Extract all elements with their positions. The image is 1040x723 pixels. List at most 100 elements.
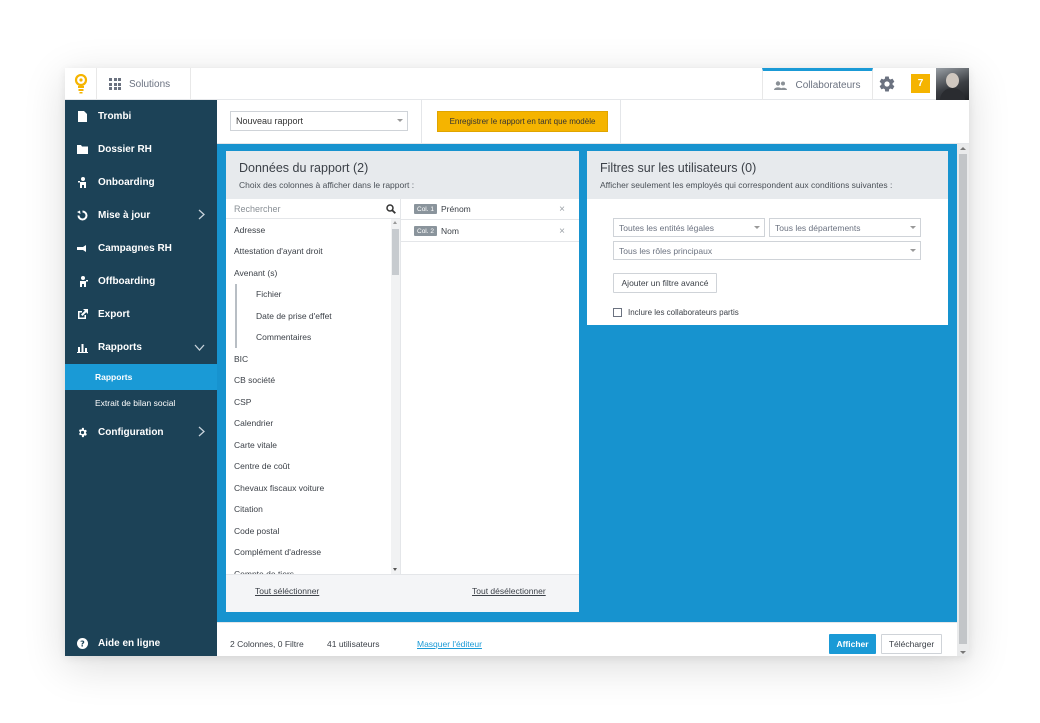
remove-icon[interactable]: ×	[559, 226, 565, 237]
list-item[interactable]: Chevaux fiscaux voiture	[226, 477, 391, 499]
remove-icon[interactable]: ×	[559, 204, 565, 215]
sidebar-item-configuration[interactable]: Configuration	[65, 416, 217, 449]
report-editor-area: Données du rapport (2) Choix des colonne…	[217, 144, 957, 622]
checkbox-label: Inclure les collaborateurs partis	[628, 308, 739, 317]
save-as-template-button[interactable]: Enregistrer le rapport en tant que modèl…	[437, 111, 608, 132]
notification-badge[interactable]: 7	[911, 74, 930, 93]
sidebar-subitem-bilan-social[interactable]: Extrait de bilan social	[65, 390, 217, 416]
legal-entities-select[interactable]: Toutes les entités légales	[613, 218, 765, 237]
document-icon	[77, 111, 88, 122]
export-icon	[77, 309, 88, 320]
folder-icon	[77, 144, 88, 155]
person-leave-icon	[77, 276, 88, 287]
report-data-panel: Données du rapport (2) Choix des colonne…	[226, 151, 579, 612]
top-bar: Solutions Collaborateurs 7	[65, 68, 969, 100]
search-icon	[386, 204, 396, 214]
list-subitem[interactable]: Commentaires	[235, 326, 391, 348]
app-logo[interactable]	[65, 68, 97, 100]
list-item[interactable]: Centre de coût	[226, 456, 391, 478]
list-item[interactable]: Avenant (s)	[226, 262, 391, 284]
include-departed-checkbox[interactable]: Inclure les collaborateurs partis	[613, 308, 739, 317]
column-index-tag: Col. 2	[414, 226, 437, 236]
app-window: Solutions Collaborateurs 7 Trombi Dossie	[65, 68, 969, 656]
departments-select[interactable]: Tous les départements	[769, 218, 921, 237]
report-select-value: Nouveau rapport	[236, 116, 304, 126]
column-index-tag: Col. 1	[414, 204, 437, 214]
tab-collaborateurs[interactable]: Collaborateurs	[762, 68, 873, 100]
caret-down-icon	[397, 119, 403, 122]
user-avatar[interactable]	[936, 68, 969, 100]
sidebar-item-campagnes-rh[interactable]: Campagnes RH	[65, 232, 217, 265]
user-filters-panel: Filtres sur les utilisateurs (0) Affiche…	[587, 151, 948, 325]
report-toolbar: Nouveau rapport Enregistrer le rapport e…	[217, 100, 969, 144]
chevron-right-icon	[198, 426, 205, 437]
solutions-menu[interactable]: Solutions	[97, 68, 191, 100]
scroll-down-icon[interactable]	[960, 651, 966, 654]
selected-column-row[interactable]: Col. 1 Prénom ×	[401, 199, 579, 220]
sidebar-item-trombi[interactable]: Trombi	[65, 100, 217, 133]
show-report-button[interactable]: Afficher	[829, 634, 876, 654]
report-summary: 2 Colonnes, 0 Filtre	[230, 639, 304, 649]
checkbox[interactable]	[613, 308, 622, 317]
list-item[interactable]: Carte vitale	[226, 434, 391, 456]
select-all-link[interactable]: Tout séléctionner	[255, 586, 319, 596]
available-columns-list: Adresse Attestation d'ayant droit Avenan…	[226, 219, 391, 574]
sidebar-subitem-rapports[interactable]: Rapports	[65, 364, 217, 390]
sidebar-item-onboarding[interactable]: Onboarding	[65, 166, 217, 199]
list-item[interactable]: Adresse	[226, 219, 391, 241]
help-icon: ?	[77, 637, 88, 649]
sidebar-item-label: Configuration	[98, 427, 164, 438]
sidebar-item-offboarding[interactable]: Offboarding	[65, 265, 217, 298]
scroll-down-icon[interactable]	[393, 568, 397, 571]
refresh-icon	[77, 210, 88, 221]
page-scrollbar[interactable]	[957, 144, 969, 656]
hide-editor-link[interactable]: Masquer l'éditeur	[417, 639, 482, 649]
scroll-up-icon[interactable]	[393, 221, 397, 224]
report-footer: 2 Colonnes, 0 Filtre 41 utilisateurs Mas…	[217, 622, 957, 656]
gear-icon[interactable]	[878, 75, 896, 93]
add-advanced-filter-button[interactable]: Ajouter un filtre avancé	[613, 273, 717, 293]
download-button[interactable]: Télécharger	[881, 634, 942, 654]
filters-title: Filtres sur les utilisateurs (0)	[600, 161, 757, 175]
report-data-subtitle: Choix des colonnes à afficher dans le ra…	[239, 180, 415, 190]
scroll-thumb[interactable]	[392, 229, 399, 275]
list-item[interactable]: Compte de tiers	[226, 563, 391, 574]
gear-icon	[77, 427, 88, 438]
user-count: 41 utilisateurs	[327, 639, 380, 649]
list-item[interactable]: CB société	[226, 370, 391, 392]
sidebar-item-export[interactable]: Export	[65, 298, 217, 331]
list-item[interactable]: Citation	[226, 499, 391, 521]
list-item[interactable]: Attestation d'ayant droit	[226, 241, 391, 263]
scroll-up-icon[interactable]	[960, 147, 966, 150]
campaign-icon	[77, 243, 88, 254]
help-label: Aide en ligne	[98, 637, 161, 649]
list-subitem[interactable]: Date de prise d'effet	[235, 305, 391, 327]
search-placeholder: Rechercher	[234, 203, 281, 214]
column-search-input[interactable]: Rechercher	[226, 199, 400, 219]
deselect-all-link[interactable]: Tout désélectionner	[472, 586, 546, 596]
solutions-label: Solutions	[129, 78, 171, 90]
list-item[interactable]: Complément d'adresse	[226, 542, 391, 564]
roles-select[interactable]: Tous les rôles principaux	[613, 241, 921, 260]
lightbulb-logo-icon	[74, 74, 87, 94]
sidebar-item-label: Dossier RH	[98, 144, 152, 155]
scroll-thumb[interactable]	[959, 154, 967, 644]
sidebar-item-rapports[interactable]: Rapports	[65, 331, 217, 364]
sidebar-item-dossier-rh[interactable]: Dossier RH	[65, 133, 217, 166]
caret-down-icon	[754, 225, 760, 229]
report-select[interactable]: Nouveau rapport	[230, 111, 408, 131]
list-subitem[interactable]: Fichier	[235, 283, 391, 305]
list-item[interactable]: CSP	[226, 391, 391, 413]
person-arrive-icon	[77, 177, 88, 188]
list-item[interactable]: Code postal	[226, 520, 391, 542]
list-item[interactable]: Calendrier	[226, 413, 391, 435]
bar-chart-icon	[77, 342, 88, 353]
sidebar-help[interactable]: ? Aide en ligne	[65, 630, 217, 656]
columns-scrollbar[interactable]	[391, 219, 400, 574]
selected-column-row[interactable]: Col. 2 Nom ×	[401, 221, 579, 242]
sidebar-item-mise-a-jour[interactable]: Mise à jour	[65, 199, 217, 232]
list-item[interactable]: BIC	[226, 348, 391, 370]
sidebar-item-label: Trombi	[98, 111, 132, 122]
selected-column-label: Nom	[440, 226, 459, 236]
sidebar-item-label: Offboarding	[98, 276, 156, 287]
